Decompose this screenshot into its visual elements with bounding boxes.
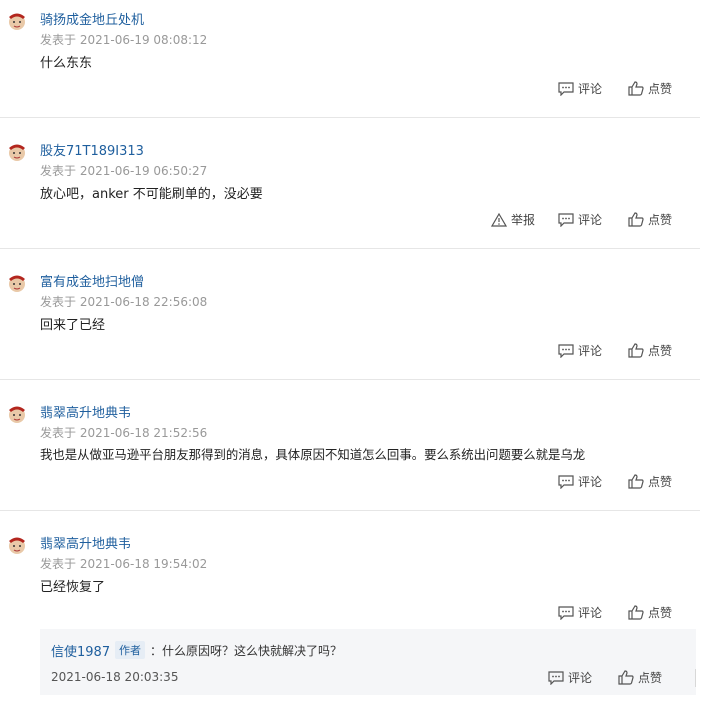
reply-like-button[interactable]: 点赞 [618,669,662,686]
comment-username[interactable]: 翡翠高升地典韦 [40,533,131,552]
divider [0,117,700,118]
like-label: 点赞 [648,475,673,489]
comment-text: 回来了已经 [40,318,106,333]
report-button[interactable]: 举报 [491,211,535,228]
comment-item: 翡翠高升地典韦 发表于 2021-06-18 21:52:56 我也是从做亚马逊… [0,393,700,511]
avatar[interactable] [6,10,28,32]
comment-button[interactable]: 评论 [558,211,602,228]
like-label: 点赞 [648,344,673,358]
thumbs-up-icon [628,81,644,96]
comment-timestamp: 发表于 2021-06-18 19:54:02 [40,555,207,572]
comment-timestamp: 发表于 2021-06-19 08:08:12 [40,31,207,48]
timestamp-value: 2021-06-18 19:54:02 [79,557,208,571]
timestamp-value: 2021-06-18 21:52:56 [79,426,208,440]
comment-icon [558,343,574,358]
scroll-divider [695,669,696,687]
warning-icon [491,212,507,227]
comment-text: 我也是从做亚马逊平台朋友那得到的消息，具体原因不知道怎么回事。要么系统出问题要么… [40,447,586,462]
like-button[interactable]: 点赞 [628,604,672,621]
comment-label: 评论 [578,213,603,227]
comment-username[interactable]: 富有成金地扫地僧 [40,271,144,290]
timestamp-value: 2021-06-18 22:56:08 [79,295,208,309]
thumbs-up-icon [628,605,644,620]
comment-label: 评论 [568,671,593,685]
comment-timestamp: 发表于 2021-06-18 22:56:08 [40,293,207,310]
thumbs-up-icon [628,212,644,227]
comment-label: 评论 [578,82,603,96]
posted-prefix: 发表于 [40,557,77,571]
comment-icon [558,212,574,227]
comment-item: 富有成金地扫地僧 发表于 2021-06-18 22:56:08 回来了已经 评… [0,262,700,380]
timestamp-value: 2021-06-19 06:50:27 [79,164,208,178]
comment-username[interactable]: 骑扬成金地丘处机 [40,9,144,28]
thumbs-up-icon [618,670,634,685]
reply-comment-button[interactable]: 评论 [548,669,592,686]
comment-timestamp: 发表于 2021-06-19 06:50:27 [40,162,207,179]
reply-timestamp: 2021-06-18 20:03:35 [51,670,179,684]
thumbs-up-icon [628,474,644,489]
comment-button[interactable]: 评论 [558,604,602,621]
comment-icon [548,670,564,685]
posted-prefix: 发表于 [40,164,77,178]
comment-text: 放心吧，anker 不可能刷单的，没必要 [40,187,263,202]
like-label: 点赞 [648,82,673,96]
comment-text: 什么东东 [40,56,93,71]
comment-text: 已经恢复了 [40,580,106,595]
avatar[interactable] [6,534,28,556]
like-button[interactable]: 点赞 [628,473,672,490]
comment-icon [558,81,574,96]
like-button[interactable]: 点赞 [628,80,672,97]
reply-username[interactable]: 信使1987 [51,641,110,660]
comment-button[interactable]: 评论 [558,80,602,97]
comment-label: 评论 [578,344,603,358]
reply-box: 信使1987 作者 ：什么原因呀？这么快就解决了吗？ 2021-06-18 20… [40,629,696,695]
like-button[interactable]: 点赞 [628,342,672,359]
comment-button[interactable]: 评论 [558,342,602,359]
posted-prefix: 发表于 [40,295,77,309]
comment-timestamp: 发表于 2021-06-18 21:52:56 [40,424,207,441]
like-button[interactable]: 点赞 [628,211,672,228]
divider [0,510,700,511]
comment-label: 评论 [578,475,603,489]
comment-label: 评论 [578,606,603,620]
avatar[interactable] [6,141,28,163]
like-label: 点赞 [638,671,663,685]
comment-item: 骑扬成金地丘处机 发表于 2021-06-19 08:08:12 什么东东 评论… [0,0,700,118]
divider [0,248,700,249]
author-badge: 作者 [115,641,145,659]
avatar[interactable] [6,272,28,294]
comment-username[interactable]: 股友71T189I313 [40,140,144,159]
posted-prefix: 发表于 [40,426,77,440]
avatar[interactable] [6,403,28,425]
reply-text: ：什么原因呀？这么快就解决了吗？ [150,644,343,658]
like-label: 点赞 [648,213,673,227]
comment-icon [558,474,574,489]
comment-button[interactable]: 评论 [558,473,602,490]
comment-icon [558,605,574,620]
thumbs-up-icon [628,343,644,358]
comment-username[interactable]: 翡翠高升地典韦 [40,402,131,421]
posted-prefix: 发表于 [40,33,77,47]
comment-item: 股友71T189I313 发表于 2021-06-19 06:50:27 放心吧… [0,131,700,249]
report-label: 举报 [511,213,536,227]
timestamp-value: 2021-06-19 08:08:12 [79,33,208,47]
like-label: 点赞 [648,606,673,620]
divider [0,379,700,380]
